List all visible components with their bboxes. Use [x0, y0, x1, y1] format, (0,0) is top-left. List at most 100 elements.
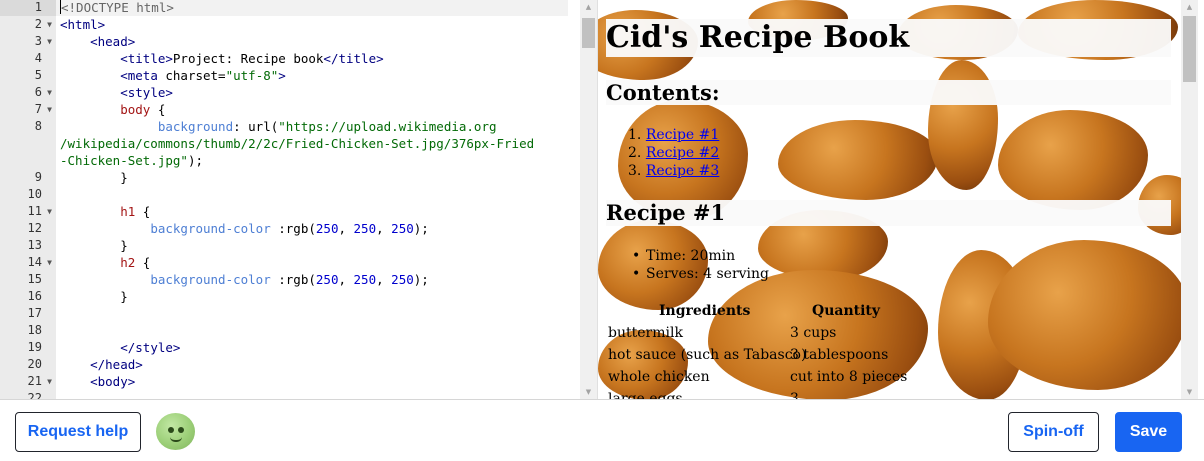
table-header-ingredients: Ingredients [659, 303, 751, 319]
code-line[interactable]: h2 { [60, 254, 568, 271]
fold-arrow-icon[interactable]: ▼ [47, 203, 52, 220]
line-number-text: 22 [27, 391, 42, 399]
code-line[interactable]: /wikipedia/commons/thumb/2/2c/Fried-Chic… [60, 135, 568, 152]
code-line[interactable]: background: url("https://upload.wikimedi… [60, 118, 568, 135]
preview-scrollbar-thumb[interactable] [1183, 16, 1196, 82]
fold-arrow-icon[interactable]: ▼ [47, 33, 52, 50]
scroll-up-icon[interactable]: ▲ [1181, 0, 1198, 14]
line-number: 9 [0, 169, 56, 186]
line-number-text: 11 [27, 204, 42, 218]
fold-arrow-icon[interactable]: ▼ [47, 84, 52, 101]
line-number-text: 10 [27, 187, 42, 201]
code-token: <head> [90, 34, 136, 49]
code-editor[interactable]: 1 2 ▼ 3 ▼ 4 5 6 ▼ 7 ▼ 8 9 10 11 ▼ 12 13 14 ▼ 15 16 17 18 19 20 21 ▼… [0, 0, 580, 399]
code-line[interactable]: </head> [60, 356, 568, 373]
line-number-text: 8 [34, 119, 42, 133]
code-line[interactable]: <meta charset="utf-8"> [60, 67, 568, 84]
line-number: 2 ▼ [0, 16, 56, 33]
code-line[interactable] [60, 186, 568, 203]
line-number: 6 ▼ [0, 84, 56, 101]
code-line[interactable]: -Chicken-Set.jpg"); [60, 152, 568, 169]
bottom-toolbar: Request help Spin-off Save [0, 399, 1204, 461]
code-line[interactable]: <html> [60, 16, 568, 33]
code-token: "utf-8" [225, 68, 279, 83]
line-number: 16 [0, 288, 56, 305]
line-number: 3 ▼ [0, 33, 56, 50]
fold-arrow-icon[interactable]: ▼ [47, 373, 52, 390]
code-token: { [150, 102, 166, 117]
code-token: } [60, 289, 128, 304]
code-token: body [120, 102, 151, 117]
code-token: { [135, 255, 151, 270]
recipe-serves: Serves: 4 serving [632, 265, 769, 283]
line-number-text: 4 [34, 51, 42, 65]
code-line[interactable]: <title>Project: Recipe book</title> [60, 50, 568, 67]
avatar-mouth-icon [170, 437, 182, 442]
code-line[interactable]: </style> [60, 339, 568, 356]
code-token: :rgb( [270, 272, 316, 287]
code-token: ); [413, 272, 429, 287]
toc-item[interactable]: 1. Recipe #1 [628, 126, 719, 144]
code-line[interactable]: background-color :rgb(250, 250, 250); [60, 220, 568, 237]
toc-link-recipe-2[interactable]: Recipe #2 [646, 145, 719, 161]
toc-link-recipe-1[interactable]: Recipe #1 [646, 127, 719, 143]
code-token: > [278, 68, 286, 83]
request-help-button[interactable]: Request help [15, 412, 141, 452]
code-line[interactable]: <style> [60, 84, 568, 101]
scroll-up-icon[interactable]: ▲ [580, 0, 597, 14]
table-cell-quantity: 3 [790, 391, 799, 399]
avatar-eye-icon [178, 427, 184, 433]
fold-arrow-icon[interactable]: ▼ [47, 254, 52, 271]
code-line[interactable]: } [60, 237, 568, 254]
line-number [0, 135, 56, 152]
line-number: 17 [0, 305, 56, 322]
scroll-down-icon[interactable]: ▼ [1181, 385, 1198, 399]
editor-scrollbar-thumb[interactable] [582, 18, 595, 48]
preview-scrollbar[interactable]: ▲ ▼ [1181, 0, 1198, 399]
save-button[interactable]: Save [1115, 412, 1182, 452]
code-line[interactable]: body { [60, 101, 568, 118]
toc-link-recipe-3[interactable]: Recipe #3 [646, 163, 719, 179]
code-line[interactable]: background-color :rgb(250, 250, 250); [60, 271, 568, 288]
code-token: 250 [315, 221, 339, 236]
table-cell-quantity: 3 tablespoons [790, 347, 889, 363]
toc-number: 2. [628, 145, 642, 161]
table-cell-ingredient: hot sauce (such as Tabasco) [608, 347, 807, 363]
spin-off-button[interactable]: Spin-off [1008, 412, 1099, 452]
editor-scrollbar[interactable]: ▲ ▼ [580, 0, 597, 399]
code-token: </title> [323, 51, 384, 66]
table-cell-quantity: 3 cups [790, 325, 837, 341]
line-number [0, 152, 56, 169]
line-number: 22 [0, 390, 56, 399]
code-line[interactable] [60, 305, 568, 322]
code-token: 250 [353, 221, 377, 236]
code-token: <body> [90, 374, 136, 389]
scroll-down-icon[interactable]: ▼ [580, 385, 597, 399]
line-number: 8 [0, 118, 56, 135]
code-token: </style> [120, 340, 181, 355]
line-number-text: 21 [27, 374, 42, 388]
fold-arrow-icon[interactable]: ▼ [47, 101, 52, 118]
toc-item[interactable]: 2. Recipe #2 [628, 144, 719, 162]
toc-item[interactable]: 3. Recipe #3 [628, 162, 719, 180]
fold-arrow-icon[interactable]: ▼ [47, 16, 52, 33]
code-line[interactable]: <!DOCTYPE html> [56, 0, 568, 16]
line-number-gutter: 1 2 ▼ 3 ▼ 4 5 6 ▼ 7 ▼ 8 9 10 11 ▼ 12 13 14 ▼ 15 16 17 18 19 20 21 ▼… [0, 0, 56, 399]
code-line[interactable] [60, 390, 568, 399]
code-token: { [135, 204, 151, 219]
code-line[interactable]: <body> [60, 373, 568, 390]
code-line[interactable]: } [60, 169, 568, 186]
code-token: : url( [233, 119, 279, 134]
line-number-text: 13 [27, 238, 42, 252]
line-number: 10 [0, 186, 56, 203]
code-line[interactable]: h1 { [60, 203, 568, 220]
code-line[interactable]: } [60, 288, 568, 305]
code-line[interactable]: <head> [60, 33, 568, 50]
avatar[interactable] [156, 413, 195, 450]
code-line[interactable] [60, 322, 568, 339]
code-token: <!DOCTYPE html> [61, 0, 174, 15]
